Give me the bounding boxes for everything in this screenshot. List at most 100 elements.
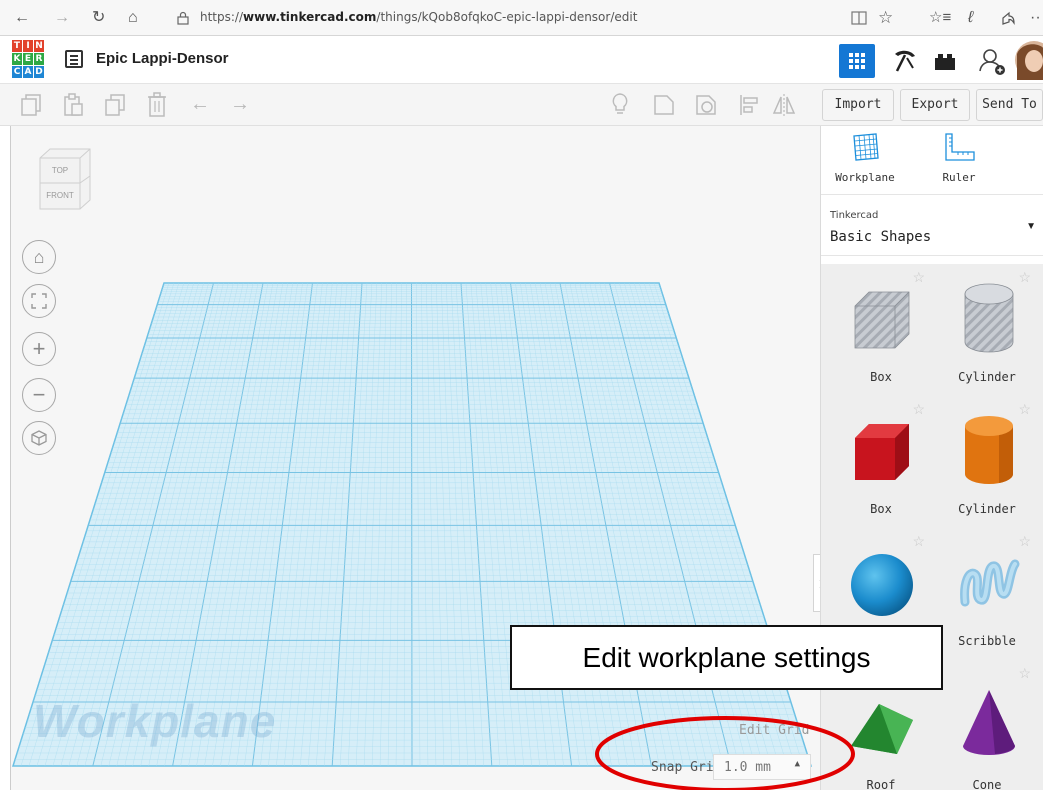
logo-letter: R <box>34 53 44 65</box>
design-title[interactable]: Epic Lappi-Densor <box>96 50 229 67</box>
lock-icon <box>177 11 189 25</box>
edit-grid-button[interactable]: Edit Grid <box>739 723 809 738</box>
box-icon <box>855 424 909 480</box>
callout-text: Edit workplane settings <box>582 642 871 673</box>
refresh-icon[interactable]: ↻ <box>92 8 105 28</box>
shapes-panel: Workplane Ruler Tinkercad Basic Shapes ▼… <box>820 126 1043 790</box>
snap-grid-label: Snap Grid <box>651 760 722 775</box>
send-to-button[interactable]: Send To <box>976 89 1043 121</box>
design-menu-icon[interactable] <box>65 50 83 68</box>
undo-icon[interactable]: ← <box>190 92 210 116</box>
cylinder-hole-icon <box>964 283 1014 353</box>
export-button[interactable]: Export <box>900 89 970 121</box>
lightbulb-icon[interactable] <box>610 92 630 118</box>
brick-icon <box>935 54 955 70</box>
edit-toolbar: ← → Import Export Send To <box>0 84 1043 126</box>
zoom-in-button[interactable]: + <box>22 332 56 366</box>
workplane-watermark: Workplane <box>33 695 277 747</box>
3d-view-button[interactable] <box>839 44 875 78</box>
logo-letter: E <box>23 53 33 65</box>
collapse-panel-button[interactable]: › <box>813 554 820 612</box>
shape-label: Roof <box>866 778 896 790</box>
workplane-tool[interactable]: Workplane <box>825 132 905 184</box>
snap-grid-value: 1.0 mm <box>724 760 771 775</box>
shape-box[interactable]: ☆ Box <box>833 402 929 532</box>
forward-arrow-icon[interactable]: → <box>54 8 70 28</box>
favorite-star-icon[interactable]: ☆ <box>1018 666 1031 680</box>
shape-cylinder[interactable]: ☆ Cylinder <box>939 402 1035 532</box>
favorite-star-icon[interactable]: ☆ <box>878 8 893 28</box>
shape-scribble[interactable]: ☆ Scribble <box>939 534 1035 664</box>
grid-view-icon <box>849 53 865 69</box>
reading-view-icon[interactable] <box>851 11 867 25</box>
callout-box: Edit workplane settings <box>510 625 943 690</box>
home-icon: ⌂ <box>33 247 45 267</box>
view-cube[interactable]: TOP FRONT <box>39 148 91 210</box>
shape-library-select[interactable]: Tinkercad Basic Shapes ▼ <box>821 194 1043 256</box>
logo-letter: K <box>12 53 22 65</box>
caret-down-icon: ▼ <box>1026 221 1036 232</box>
share-icon[interactable] <box>1000 10 1016 26</box>
shape-label: Scribble <box>958 634 1016 648</box>
redo-icon[interactable]: → <box>230 92 250 116</box>
cylinder-icon <box>965 416 1013 484</box>
bricks-view-button[interactable] <box>927 44 963 78</box>
viewcube-top-label[interactable]: TOP <box>52 166 68 175</box>
align-icon[interactable] <box>738 93 760 117</box>
favorite-star-icon[interactable]: ☆ <box>1018 270 1031 284</box>
url-text: https://www.tinkercad.com/things/kQob8of… <box>200 10 638 24</box>
ungroup-icon[interactable] <box>694 93 718 117</box>
logo-letter: A <box>23 66 33 78</box>
shape-label: Cylinder <box>958 370 1016 384</box>
perspective-button[interactable] <box>22 421 56 455</box>
snap-grid-select[interactable]: 1.0 mm ▲ <box>713 754 811 780</box>
tinkercad-logo[interactable]: T I N K E R C A D <box>12 40 44 78</box>
fit-view-icon <box>31 293 47 309</box>
home-icon[interactable]: ⌂ <box>128 8 138 28</box>
favorite-star-icon[interactable]: ☆ <box>912 534 925 548</box>
avatar[interactable] <box>1013 40 1043 80</box>
address-bar[interactable]: https://www.tinkercad.com/things/kQob8of… <box>168 6 828 30</box>
favorite-star-icon[interactable]: ☆ <box>1018 402 1031 416</box>
shape-box-hole[interactable]: ☆ Box <box>833 270 929 400</box>
more-menu-icon[interactable]: ·· <box>1030 8 1041 28</box>
pickaxe-icon <box>895 50 915 72</box>
import-button[interactable]: Import <box>822 89 894 121</box>
shape-cone[interactable]: ☆ Cone <box>939 666 1035 790</box>
favorite-star-icon[interactable]: ☆ <box>1018 534 1031 548</box>
ruler-tool[interactable]: Ruler <box>919 132 999 184</box>
fit-view-button[interactable] <box>22 284 56 318</box>
group-icon[interactable] <box>652 93 676 117</box>
roof-icon <box>851 704 913 754</box>
add-user-button[interactable] <box>974 44 1010 78</box>
back-arrow-icon[interactable]: ← <box>14 8 30 28</box>
logo-letter: C <box>12 66 22 78</box>
home-view-button[interactable]: ⌂ <box>22 240 56 274</box>
copy-icon[interactable] <box>20 93 42 117</box>
favorites-list-icon[interactable]: ☆≡ <box>929 8 951 28</box>
shape-label: Box <box>870 502 892 516</box>
mirror-icon[interactable] <box>772 93 796 117</box>
paste-icon[interactable] <box>62 93 84 117</box>
ruler-tool-label: Ruler <box>942 171 976 184</box>
viewcube-front-label[interactable]: FRONT <box>46 191 74 200</box>
blocks-view-button[interactable] <box>886 44 922 78</box>
perspective-cube-icon <box>31 430 47 446</box>
favorite-star-icon[interactable]: ☆ <box>912 270 925 284</box>
shape-label: Cylinder <box>958 502 1016 516</box>
shape-grid: ☆ Box ☆ Cylinder ☆ Box ☆ Cylinder ☆ ☆ Sc… <box>821 264 1043 790</box>
zoom-out-button[interactable]: − <box>22 378 56 412</box>
workplane-tool-label: Workplane <box>835 171 895 184</box>
cone-icon <box>963 690 1015 755</box>
app-header: T I N K E R C A D Epic Lappi-Densor <box>0 36 1043 84</box>
browser-toolbar: ← → ↻ ⌂ https://www.tinkercad.com/things… <box>0 0 1043 36</box>
delete-icon[interactable] <box>146 92 168 118</box>
shape-label: Box <box>870 370 892 384</box>
duplicate-icon[interactable] <box>104 93 126 117</box>
pen-icon[interactable]: ℓ <box>968 8 973 28</box>
workplane-grid[interactable] <box>11 126 820 790</box>
caret-up-icon: ▲ <box>794 759 800 769</box>
design-canvas[interactable]: Workplane TOP FRONT ⌂ + − Edit Grid Snap… <box>10 126 820 790</box>
favorite-star-icon[interactable]: ☆ <box>912 402 925 416</box>
shape-cylinder-hole[interactable]: ☆ Cylinder <box>939 270 1035 400</box>
